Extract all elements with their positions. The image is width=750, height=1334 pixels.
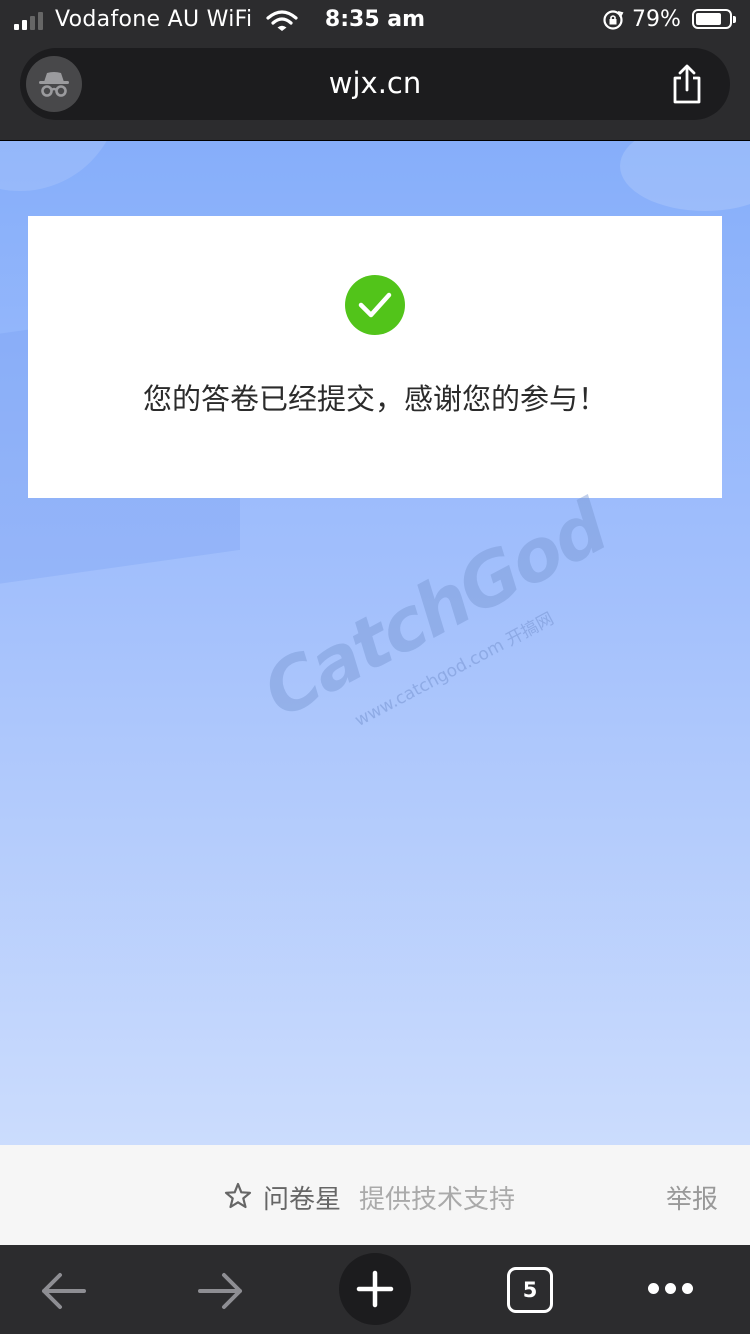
share-icon[interactable]	[670, 64, 704, 104]
web-content: 您的答卷已经提交，感谢您的参与！ CatchGod www.catchgod.c…	[0, 141, 750, 1145]
background-decoration	[0, 141, 120, 191]
forward-arrow-icon[interactable]	[196, 1271, 244, 1311]
tech-support-text: 提供技术支持	[359, 1185, 516, 1215]
plus-icon	[356, 1270, 394, 1308]
brand-link[interactable]: 问卷星	[263, 1179, 341, 1216]
success-check-icon	[345, 275, 405, 335]
more-icon[interactable]	[648, 1283, 694, 1295]
page-footer: 问卷星 提供技术支持 举报	[0, 1145, 750, 1245]
address-bar[interactable]: wjx.cn	[20, 48, 730, 120]
back-arrow-icon[interactable]	[40, 1271, 88, 1311]
battery-icon	[692, 9, 736, 29]
new-tab-button[interactable]	[339, 1253, 411, 1325]
report-link[interactable]: 举报	[666, 1179, 718, 1216]
browser-toolbar: 5	[0, 1245, 750, 1334]
success-message: 您的答卷已经提交，感谢您的参与！	[142, 382, 607, 416]
status-bar: Vodafone AU WiFi 8:35 am 79%	[0, 0, 750, 40]
browser-address-area: wjx.cn	[0, 40, 750, 141]
tab-switcher-button[interactable]: 5	[507, 1267, 553, 1313]
submission-result-card: 您的答卷已经提交，感谢您的参与！	[28, 216, 722, 498]
background-decoration	[620, 141, 750, 211]
url-text[interactable]: wjx.cn	[20, 66, 730, 100]
watermark-logo: CatchGod	[249, 484, 620, 735]
rotation-lock-icon	[603, 10, 624, 30]
battery-percent: 79%	[632, 7, 681, 32]
star-icon	[224, 1182, 252, 1209]
